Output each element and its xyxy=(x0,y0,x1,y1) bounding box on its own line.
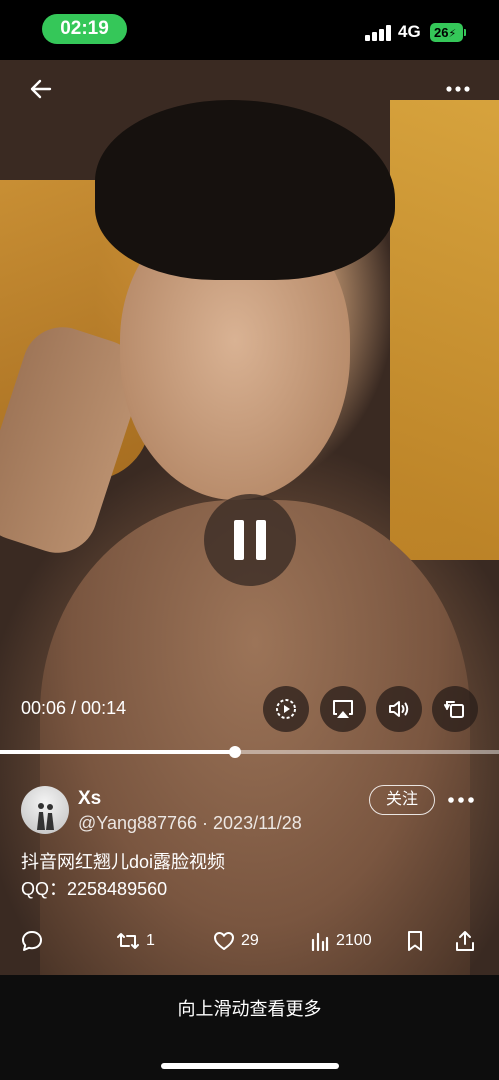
retweet-button[interactable]: 1 xyxy=(116,926,155,956)
share-button[interactable] xyxy=(455,926,481,956)
avatar[interactable] xyxy=(21,786,69,834)
bookmark-icon xyxy=(408,931,422,951)
more-options-button[interactable] xyxy=(436,72,480,106)
comment-button[interactable] xyxy=(21,926,49,956)
rotate-button[interactable] xyxy=(432,686,478,732)
battery-icon: 26⚡ xyxy=(430,23,466,42)
progress-fill xyxy=(0,750,235,754)
follow-button[interactable]: 关注 xyxy=(369,785,435,815)
bottom-bar: 向上滑动查看更多 xyxy=(0,975,499,1080)
retweet-icon xyxy=(117,933,139,949)
signal-strength-icon xyxy=(365,25,391,41)
playback-speed-button[interactable] xyxy=(263,686,309,732)
bar-chart-icon xyxy=(311,932,329,951)
heart-icon xyxy=(214,932,234,950)
more-horizontal-icon xyxy=(448,797,474,803)
more-horizontal-icon xyxy=(446,86,470,92)
retweet-count: 1 xyxy=(146,932,155,949)
volume-icon xyxy=(389,701,409,717)
bookmark-button[interactable] xyxy=(406,926,430,956)
airplay-button[interactable] xyxy=(320,686,366,732)
pause-icon xyxy=(234,520,266,560)
rotate-icon xyxy=(444,701,464,718)
like-button[interactable]: 29 xyxy=(213,926,259,956)
share-icon xyxy=(456,931,474,951)
swipe-up-hint[interactable]: 向上滑动查看更多 xyxy=(0,995,499,1021)
network-type: 4G xyxy=(398,22,421,41)
top-navigation xyxy=(0,60,499,116)
views-count: 2100 xyxy=(336,932,372,949)
post-more-button[interactable] xyxy=(446,790,476,810)
playback-time: 00:06 / 00:14 xyxy=(21,698,127,718)
avatar-image xyxy=(37,803,54,830)
handle-and-date: @Yang887766 · 2023/11/28 xyxy=(78,813,302,833)
progress-handle[interactable] xyxy=(228,746,241,758)
video-frame-pillow-right xyxy=(390,100,499,560)
like-count: 29 xyxy=(241,932,259,949)
back-button[interactable] xyxy=(20,72,62,106)
caption-line-2: QQ：2258489560 xyxy=(21,879,168,899)
views-button[interactable]: 2100 xyxy=(310,926,372,956)
playback-speed-icon xyxy=(276,699,296,719)
pause-button[interactable] xyxy=(204,494,296,586)
caption-line-1: 抖音网红翘儿doi露脸视频 xyxy=(21,852,226,872)
volume-button[interactable] xyxy=(376,686,422,732)
arrow-left-icon xyxy=(30,79,52,99)
action-bar: 1 29 2100 xyxy=(0,926,499,956)
comment-icon xyxy=(22,931,42,951)
username[interactable]: Xs xyxy=(78,788,101,810)
progress-bar[interactable] xyxy=(0,746,499,758)
home-indicator[interactable] xyxy=(161,1063,339,1069)
airplay-icon xyxy=(333,700,353,718)
status-bar: 02:19 4G 26⚡ xyxy=(0,0,499,60)
video-frame-hair xyxy=(95,100,395,280)
post-caption: 抖音网红翘儿doi露脸视频 QQ：2258489560 xyxy=(21,849,225,903)
status-time: 02:19 xyxy=(42,14,127,44)
battery-level: 26 xyxy=(434,25,449,40)
